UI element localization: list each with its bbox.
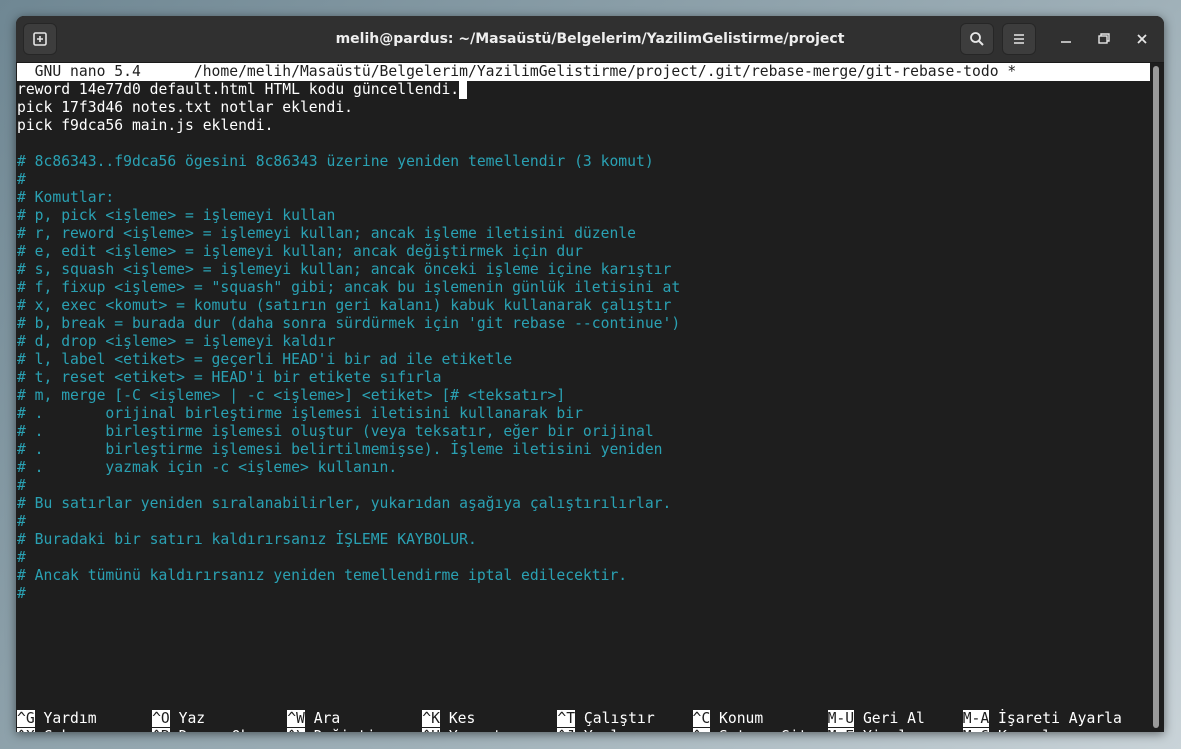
menu-button[interactable] xyxy=(1002,23,1036,55)
nano-header: GNU nano 5.4 /home/melih/Masaüstü/Belgel… xyxy=(17,63,1150,81)
shortcut-label: Konum xyxy=(710,710,764,727)
comment-line: # x, exec <komut> = komutu (satırın geri… xyxy=(17,297,672,314)
maximize-button[interactable] xyxy=(1090,23,1118,55)
shortcut-label: Yapıştır xyxy=(440,728,520,732)
minimize-button[interactable] xyxy=(1052,23,1080,55)
shortcut-label: Yaz xyxy=(169,710,206,727)
shortcut-label: Kopyala xyxy=(989,728,1060,732)
comment-line: # m, merge [-C <işleme> | -c <işleme>] <… xyxy=(17,387,566,404)
shortcut-item: ^R Dosya Oku xyxy=(152,728,258,732)
shortcut-label: Ara xyxy=(304,710,341,727)
comment-line: # r, reword <işleme> = işlemeyi kullan; … xyxy=(17,225,636,242)
comment-line: # b, break = burada dur (daha sonra sürd… xyxy=(17,315,681,332)
shortcut-label: Kes xyxy=(439,710,476,727)
comment-line: # xyxy=(17,513,26,530)
shortcut-key: ^\ xyxy=(287,728,305,732)
shortcut-key: ^U xyxy=(422,728,440,732)
shortcut-label: Geri Al xyxy=(854,710,925,727)
shortcut-key: ^X xyxy=(17,728,35,732)
shortcut-label: Değiştir xyxy=(305,728,385,732)
shortcut-item: M-U Geri Al xyxy=(827,710,925,728)
shortcut-key: ^O xyxy=(152,710,170,727)
terminal-area[interactable]: GNU nano 5.4 /home/melih/Masaüstü/Belgel… xyxy=(16,63,1150,732)
shortcut-key: ^T xyxy=(557,710,576,727)
comment-line: # . birleştirme işlemesi belirtilmemişse… xyxy=(17,441,663,458)
shortcut-item: M-6 Kopyala xyxy=(962,728,1060,732)
shortcut-key: ^W xyxy=(287,710,305,727)
new-tab-button[interactable] xyxy=(23,23,57,55)
shortcut-item: ^O Yaz xyxy=(152,710,205,728)
shortcut-label: Yinele xyxy=(854,728,916,732)
comment-line: # xyxy=(17,549,26,566)
shortcut-item: ^C Konum xyxy=(692,710,764,728)
shortcut-item: ^\ Değiştir xyxy=(287,728,384,732)
terminal-window: melih@pardus: ~/Masaüstü/Belgelerim/Yazi… xyxy=(16,16,1164,732)
shortcut-item: ^X Çık xyxy=(17,728,70,732)
comment-line: # 8c86343..f9dca56 ögesini 8c86343 üzeri… xyxy=(17,153,654,170)
shortcut-label: Dosya Oku xyxy=(170,728,259,732)
shortcut-label: Çık xyxy=(35,728,71,732)
shortcut-key: ^K xyxy=(422,710,440,727)
comment-line: # f, fixup <işleme> = "squash" gibi; anc… xyxy=(17,279,681,296)
shortcut-item: ^W Ara xyxy=(287,710,340,728)
shortcut-key: ^C xyxy=(692,710,711,727)
new-tab-icon xyxy=(33,32,47,46)
comment-line: # t, reset <etiket> = HEAD'i bir etikete… xyxy=(17,369,442,386)
search-icon xyxy=(970,32,984,46)
shortcut-key: M-A xyxy=(962,710,990,727)
close-button[interactable] xyxy=(1128,23,1156,55)
shortcut-key: M-U xyxy=(827,710,855,727)
comment-line: # p, pick <işleme> = işlemeyi kullan xyxy=(17,207,336,224)
todo-line: pick 17f3d46 notes.txt notlar eklendi. xyxy=(17,99,354,116)
comment-line: # xyxy=(17,171,26,188)
shortcut-item: ^K Kes xyxy=(422,710,475,728)
shortcut-label: İşareti Ayarla xyxy=(989,710,1122,727)
comment-line: # Komutlar: xyxy=(17,189,115,206)
close-icon xyxy=(1137,34,1147,44)
comment-line: # d, drop <işleme> = işlemeyi kaldır xyxy=(17,333,336,350)
shortcut-item: M-A İşareti Ayarla xyxy=(962,710,1122,728)
comment-line: # Bu satırlar yeniden sıralanabilirler, … xyxy=(17,495,672,512)
terminal-scrollbar[interactable] xyxy=(1152,66,1160,728)
shortcut-item: ^T Çalıştır xyxy=(557,710,655,728)
shortcut-label: Çalıştır xyxy=(575,710,655,727)
search-button[interactable] xyxy=(960,23,994,55)
shortcut-key: M-E xyxy=(827,728,855,732)
shortcut-label: Yasla xyxy=(575,728,628,732)
shortcut-key: M-6 xyxy=(962,728,990,732)
shortcut-label: Yardım xyxy=(34,710,97,727)
comment-line: # . yazmak için -c <işleme> kullanın. xyxy=(17,459,398,476)
shortcut-item: M-E Yinele xyxy=(827,728,916,732)
comment-line: # xyxy=(17,477,26,494)
comment-line: # . birleştirme işlemesi oluştur (veya t… xyxy=(17,423,654,440)
comment-line: # xyxy=(17,585,26,602)
shortcut-item: ^G Yardım xyxy=(17,710,97,728)
shortcut-key: ^_ xyxy=(692,728,711,732)
comment-line: # l, label <etiket> = geçerli HEAD'i bir… xyxy=(17,351,513,368)
shortcut-item: ^J Yasla xyxy=(557,728,628,732)
shortcut-label: Satıra Git xyxy=(710,728,807,732)
shortcut-key: ^R xyxy=(152,728,170,732)
titlebar: melih@pardus: ~/Masaüstü/Belgelerim/Yazi… xyxy=(16,16,1164,63)
scrollbar-thumb[interactable] xyxy=(1153,66,1159,728)
minimize-icon xyxy=(1061,41,1071,43)
text-cursor xyxy=(459,81,468,99)
shortcut-item: ^U Yapıştır xyxy=(422,728,520,732)
shortcut-key: ^G xyxy=(17,710,35,727)
comment-line: # . orijinal birleştirme işlemesi iletis… xyxy=(17,405,583,422)
comment-line: # e, edit <işleme> = işlemeyi kullan; an… xyxy=(17,243,583,260)
todo-line: reword 14e77d0 default.html HTML kodu gü… xyxy=(17,81,468,99)
todo-line: pick f9dca56 main.js eklendi. xyxy=(17,117,274,134)
shortcut-key: ^J xyxy=(557,728,576,732)
shortcut-item: ^_ Satıra Git xyxy=(692,728,807,732)
comment-line: # s, squash <işleme> = işlemeyi kullan; … xyxy=(17,261,672,278)
maximize-icon xyxy=(1098,33,1110,44)
comment-line: # Ancak tümünü kaldırırsanız yeniden tem… xyxy=(17,567,628,584)
hamburger-menu-icon xyxy=(1014,34,1024,44)
comment-line: # Buradaki bir satırı kaldırırsanız İŞLE… xyxy=(17,531,477,548)
